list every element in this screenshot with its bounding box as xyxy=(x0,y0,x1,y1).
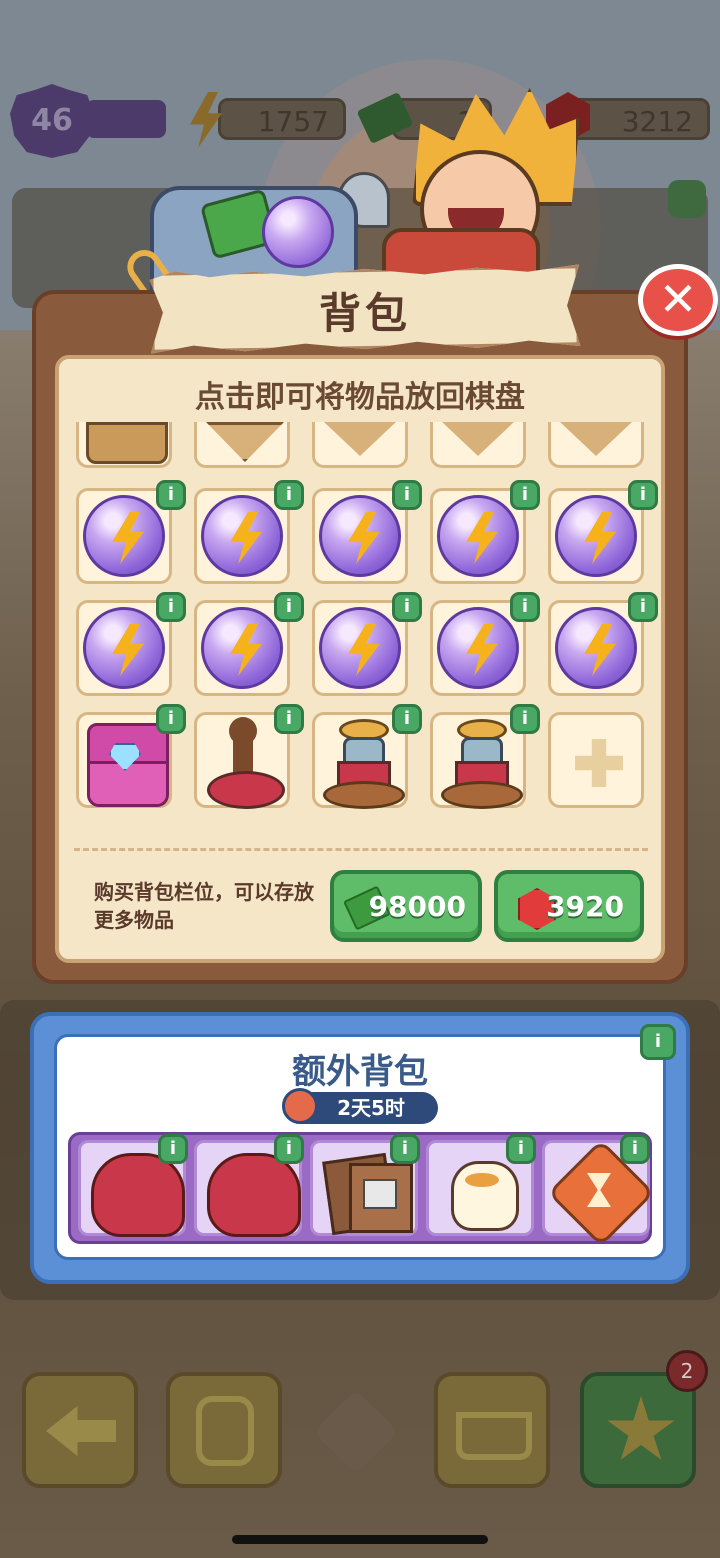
energy-orb-icon xyxy=(83,495,165,577)
energy-orb-icon xyxy=(437,607,519,689)
xp-bar xyxy=(86,100,166,138)
info-icon[interactable]: i xyxy=(156,592,186,622)
notification-badge: 2 xyxy=(666,1350,708,1392)
timer-text: 2天5时 xyxy=(337,1096,405,1120)
info-icon[interactable]: i xyxy=(510,592,540,622)
extra-backpack-title: 额外背包 xyxy=(292,1052,428,1092)
slot-crate[interactable] xyxy=(548,422,644,468)
buy-slot-text: 购买背包栏位，可以存放更多物品 xyxy=(94,880,314,932)
info-icon[interactable]: i xyxy=(156,704,186,734)
buy-with-gem-button[interactable]: 3920 xyxy=(494,870,644,942)
tower-base-icon xyxy=(323,781,405,809)
arrow-left-icon xyxy=(46,1406,116,1456)
baseball-glove-icon xyxy=(207,1153,301,1237)
info-icon[interactable]: i xyxy=(506,1134,536,1164)
backpack-nav-button[interactable] xyxy=(166,1372,282,1488)
energy-orb-icon xyxy=(437,495,519,577)
photo-icon xyxy=(363,1179,397,1209)
info-icon[interactable]: i xyxy=(156,480,186,510)
energy-orb-icon xyxy=(201,607,283,689)
sell-basket-button[interactable] xyxy=(434,1372,550,1488)
plus-icon xyxy=(575,739,623,787)
add-slot-button[interactable] xyxy=(548,712,644,808)
tower-base-icon xyxy=(441,781,523,809)
hint-text: 点击即可将物品放回棋盘 xyxy=(195,380,525,415)
info-icon[interactable]: i xyxy=(392,592,422,622)
chest-icon xyxy=(86,422,168,464)
info-icon[interactable]: i xyxy=(274,592,304,622)
pawn-base-icon xyxy=(207,771,285,809)
info-icon[interactable]: i xyxy=(620,1134,650,1164)
slot-crate[interactable] xyxy=(430,422,526,468)
backpack-icon xyxy=(196,1396,254,1466)
cash-price: 98000 xyxy=(368,890,466,923)
info-icon[interactable]: i xyxy=(274,1134,304,1164)
slot-chest[interactable] xyxy=(76,422,172,468)
basket-icon xyxy=(456,1412,532,1460)
lucky-cat-icon xyxy=(451,1161,519,1231)
divider xyxy=(74,848,648,851)
home-indicator xyxy=(232,1535,488,1544)
info-icon[interactable]: i xyxy=(158,1134,188,1164)
energy-orb-icon xyxy=(555,607,637,689)
info-icon[interactable]: i xyxy=(390,1134,420,1164)
backpack-title: 背包 xyxy=(318,289,411,338)
cat-face-patch xyxy=(465,1173,499,1187)
gem-price: 3920 xyxy=(546,890,624,923)
energy-orb-icon xyxy=(83,607,165,689)
info-icon[interactable]: i xyxy=(510,480,540,510)
energy-orb-icon xyxy=(555,495,637,577)
ring-box-icon xyxy=(87,761,169,807)
clock-icon xyxy=(282,1088,318,1124)
back-button[interactable] xyxy=(22,1372,138,1488)
star-icon xyxy=(607,1396,675,1460)
info-icon[interactable]: i xyxy=(628,480,658,510)
info-icon[interactable]: i xyxy=(274,480,304,510)
info-icon[interactable]: i xyxy=(628,592,658,622)
gem-counter[interactable]: 3212 xyxy=(570,98,710,140)
background-info-icon xyxy=(668,180,706,218)
slot-crate[interactable] xyxy=(194,422,290,468)
info-icon[interactable]: i xyxy=(510,704,540,734)
energy-counter[interactable]: 1757 xyxy=(218,98,346,140)
close-button[interactable]: ✕ xyxy=(638,264,718,336)
slot-crate[interactable] xyxy=(312,422,408,468)
info-icon[interactable]: i xyxy=(392,704,422,734)
info-icon[interactable]: i xyxy=(274,704,304,734)
baseball-glove-icon xyxy=(91,1153,185,1237)
energy-orb-icon xyxy=(201,495,283,577)
bag-orb-icon xyxy=(262,196,334,268)
info-icon[interactable]: i xyxy=(392,480,422,510)
energy-orb-icon xyxy=(319,607,401,689)
pawn-neck-icon xyxy=(233,741,253,775)
energy-orb-icon xyxy=(319,495,401,577)
buy-with-cash-button[interactable]: 98000 xyxy=(330,870,482,942)
